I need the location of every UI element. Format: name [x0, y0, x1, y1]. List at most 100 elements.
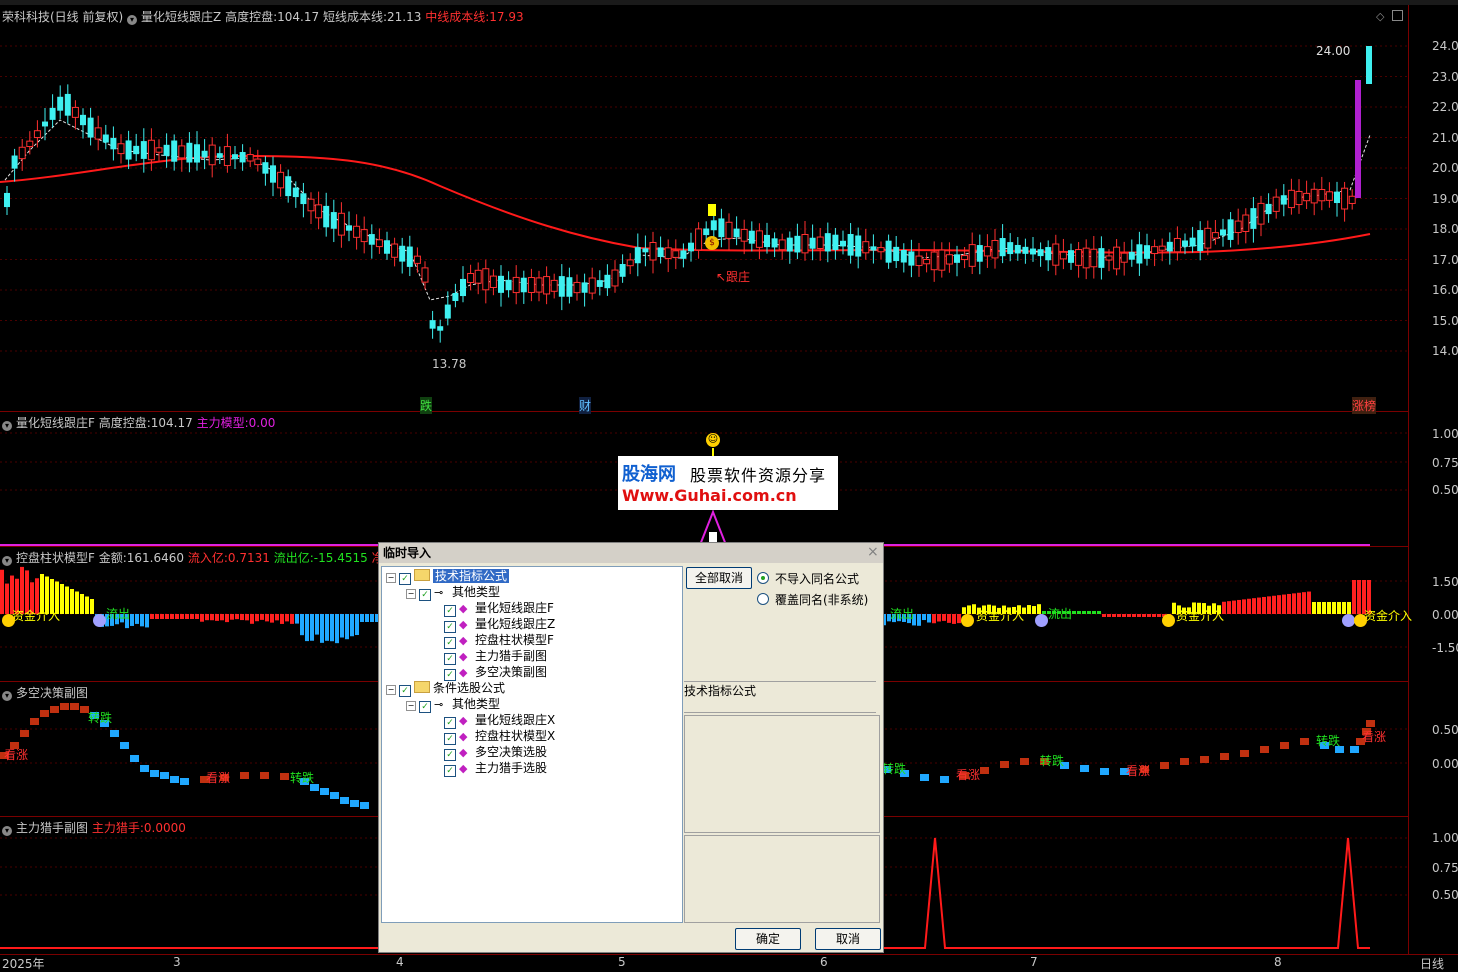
checkbox-checked-icon[interactable]: ✓ — [444, 765, 456, 777]
watermark-slogan: 股票软件资源分享 — [690, 466, 827, 485]
tree-node[interactable]: ✓ ◆ 主力猎手选股 — [444, 760, 547, 777]
panel2-height-value: 104.17 — [150, 416, 193, 430]
tree-node[interactable]: ✓ ◆ 主力猎手副图 — [444, 648, 547, 665]
candle-body — [923, 259, 931, 265]
radio-selected-icon[interactable] — [757, 572, 769, 584]
candle-body — [1075, 249, 1083, 266]
cancel-button[interactable]: 取消 — [815, 928, 881, 950]
panel2-name[interactable]: 量化短线跟庄F — [16, 416, 95, 430]
tree-label[interactable]: 量化短线跟庄Z — [475, 617, 555, 631]
stock-name[interactable]: 荣科科技(日线 前复权) — [2, 10, 123, 24]
collapse-icon[interactable]: − — [406, 701, 416, 711]
formula-name[interactable]: 量化短线跟庄Z — [141, 10, 221, 24]
radio-unselected-icon[interactable] — [757, 593, 769, 605]
decision-step — [1350, 746, 1359, 753]
control-bar — [135, 614, 139, 624]
control-bar — [330, 614, 334, 642]
candle-body — [1136, 244, 1143, 264]
period-button[interactable]: 日线 — [1420, 955, 1444, 972]
candle-body — [1250, 208, 1257, 229]
panel3-name[interactable]: 控盘柱状模型F — [16, 551, 95, 565]
candle-body — [1204, 227, 1212, 249]
candle-body — [566, 277, 573, 297]
candle-body — [535, 277, 543, 293]
decision-step — [920, 774, 929, 781]
tree-node[interactable]: − ✓ 技术指标公式 — [386, 568, 510, 585]
control-bar — [1282, 594, 1286, 614]
tree-label[interactable]: 量化短线跟庄X — [475, 713, 555, 727]
tree-node[interactable]: − ✓ ⊸ 其他类型 — [406, 584, 500, 601]
candle-body — [315, 204, 323, 219]
control-bar — [1312, 602, 1316, 614]
radio-label: 不导入同名公式 — [775, 572, 860, 586]
control-bar — [1127, 614, 1131, 617]
tree-label[interactable]: 主力猎手选股 — [475, 761, 547, 775]
radio-skip-same[interactable]: 不导入同名公式 — [757, 570, 859, 587]
collapse-icon[interactable]: − — [406, 589, 416, 599]
radio-overwrite-same[interactable]: 覆盖同名(非系统) — [757, 591, 868, 608]
tree-node[interactable]: ✓ ◆ 控盘柱状模型F — [444, 632, 554, 649]
candle-body — [323, 205, 330, 228]
candle-body — [11, 155, 18, 169]
p3-tag: 流出 — [1048, 607, 1073, 621]
tree-node[interactable]: ✓ ◆ 量化短线跟庄F — [444, 600, 554, 617]
menu-bar[interactable] — [0, 0, 1458, 5]
tree-label[interactable]: 控盘柱状模型X — [475, 729, 555, 743]
panel5-dropdown-icon[interactable]: ▾ — [2, 826, 12, 836]
close-icon[interactable]: × — [867, 545, 879, 559]
diamond-icon[interactable]: ◇ — [1376, 10, 1384, 23]
tree-label[interactable]: 其他类型 — [452, 697, 500, 711]
axis-separator — [1408, 0, 1409, 955]
candle-body — [764, 234, 770, 248]
panel4-name[interactable]: 多空决策副图 — [16, 686, 88, 700]
checkbox-checked-icon[interactable]: ✓ — [419, 589, 431, 601]
tree-label[interactable]: 其他类型 — [452, 585, 500, 599]
tree-label[interactable]: 控盘柱状模型F — [475, 633, 554, 647]
formula-dropdown-icon[interactable]: ▾ — [127, 15, 138, 25]
tree-label[interactable]: 条件选股公式 — [433, 681, 505, 695]
window-icon[interactable] — [1392, 10, 1403, 21]
control-bar — [195, 614, 199, 619]
candle-body — [368, 234, 375, 245]
candle-body — [413, 255, 421, 264]
tree-label[interactable]: 多空决策副图 — [475, 665, 547, 679]
tree-node[interactable]: ✓ ◆ 控盘柱状模型X — [444, 728, 555, 745]
candle-body — [1113, 246, 1121, 270]
candle-body — [353, 225, 361, 238]
decision-step — [260, 772, 269, 779]
last-candle-cyan — [1366, 46, 1372, 84]
candle-body — [1037, 249, 1044, 257]
control-bar — [230, 614, 234, 620]
candle-body — [885, 240, 892, 263]
panel2-title: ▾ 量化短线跟庄F 高度控盘:104.17 主力模型:0.00 — [2, 414, 275, 431]
control-bar — [922, 614, 926, 621]
panel5-name[interactable]: 主力猎手副图 — [16, 821, 88, 835]
checkbox-checked-icon[interactable]: ✓ — [419, 701, 431, 713]
formula-tree[interactable]: − ✓ 技术指标公式 − ✓ ⊸ 其他类型 ✓ ◆ 量化短线跟庄F ✓ ◆ 量化短线跟庄Z ✓ ◆ 控… — [381, 566, 683, 923]
tree-node[interactable]: ✓ ◆ 量化短线跟庄X — [444, 712, 555, 729]
tree-label[interactable]: 主力猎手副图 — [475, 649, 547, 663]
ok-button[interactable]: 确定 — [735, 928, 801, 950]
tree-node[interactable]: − ✓ 条件选股公式 — [386, 680, 505, 697]
candle-body — [1090, 248, 1098, 268]
control-bar — [1247, 598, 1251, 614]
tree-label[interactable]: 量化短线跟庄F — [475, 601, 554, 615]
radio-label: 覆盖同名(非系统) — [775, 593, 869, 607]
collapse-icon[interactable]: − — [386, 573, 396, 583]
decision-step — [1280, 742, 1289, 749]
candle-body — [1120, 252, 1128, 263]
tree-node[interactable]: ✓ ◆ 量化短线跟庄Z — [444, 616, 555, 633]
panel4-dropdown-icon[interactable]: ▾ — [2, 691, 12, 701]
tree-label[interactable]: 多空决策选股 — [475, 745, 547, 759]
cancel-all-button[interactable]: 全部取消 — [686, 567, 752, 589]
tree-node[interactable]: ✓ ◆ 多空决策副图 — [444, 664, 547, 681]
control-bar — [285, 614, 289, 622]
panel3-dropdown-icon[interactable]: ▾ — [2, 556, 12, 566]
price-axis-label: 23.00 — [1432, 69, 1458, 84]
tree-label[interactable]: 技术指标公式 — [433, 569, 510, 583]
panel2-dropdown-icon[interactable]: ▾ — [2, 421, 12, 431]
tree-node[interactable]: − ✓ ⊸ 其他类型 — [406, 696, 500, 713]
candle-body — [930, 251, 938, 271]
tree-node[interactable]: ✓ ◆ 多空决策选股 — [444, 744, 547, 761]
collapse-icon[interactable]: − — [386, 685, 396, 695]
